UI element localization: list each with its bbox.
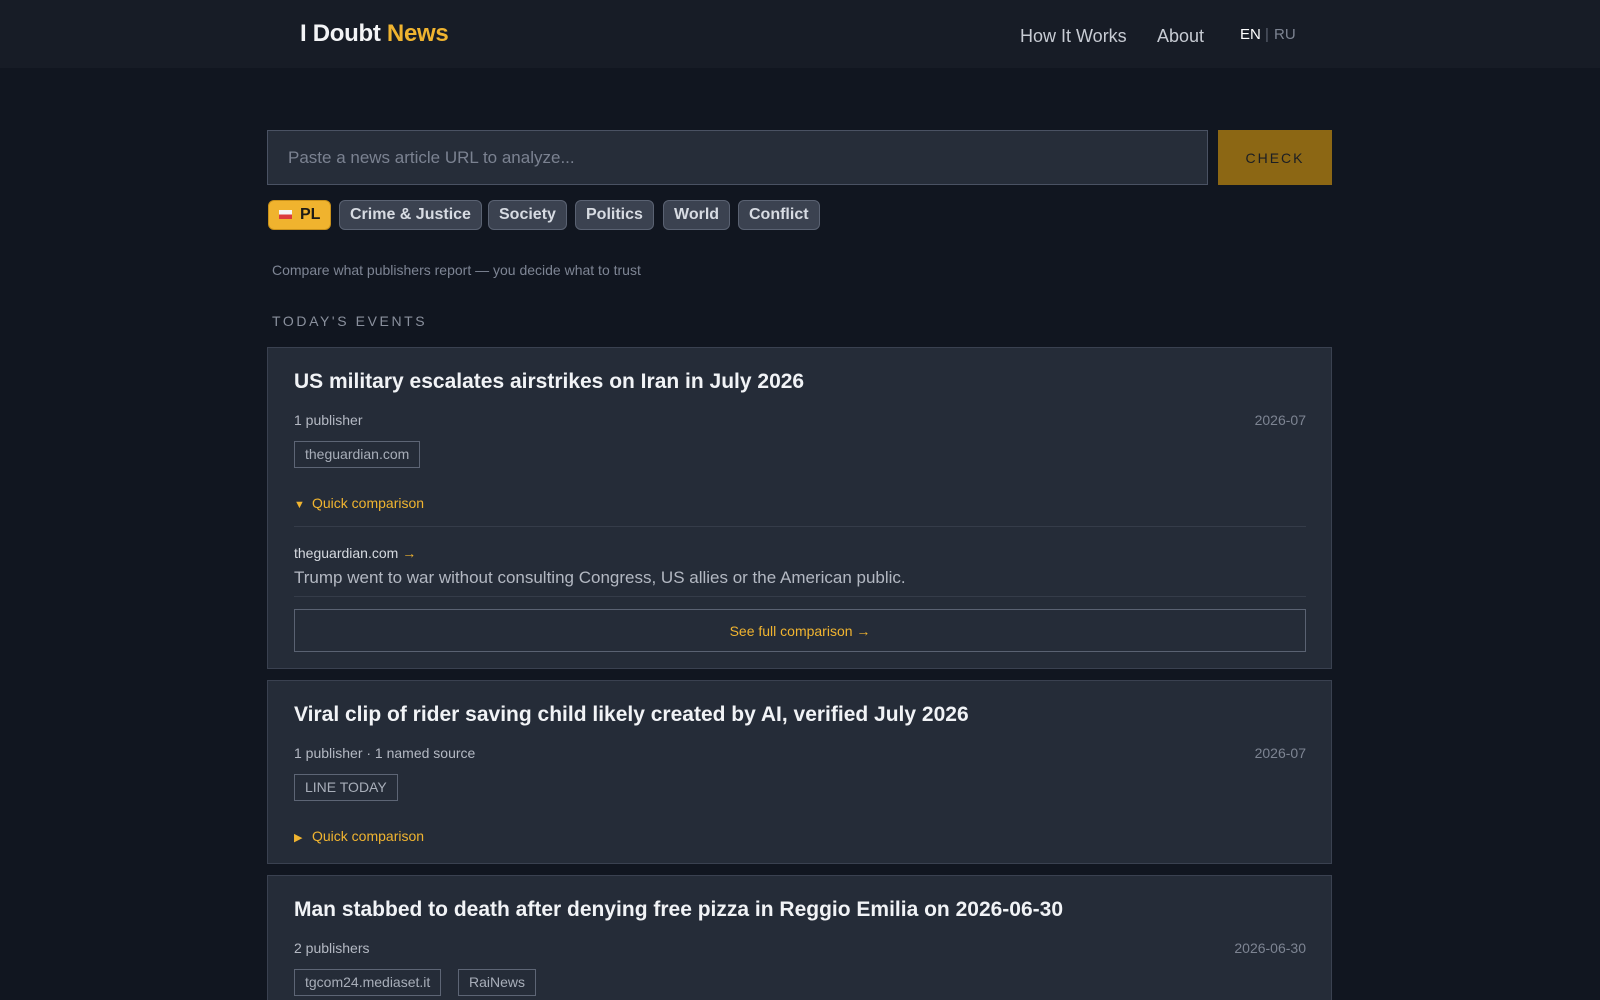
- top-navigation-bar: I Doubt News How It Works About EN | RU: [0, 0, 1600, 68]
- publisher-tag[interactable]: LINE TODAY: [294, 774, 398, 801]
- event-publisher-count: 2 publishers: [294, 940, 370, 956]
- event-date: 2026-07: [1254, 412, 1306, 428]
- logo-text: I Doubt: [300, 20, 381, 47]
- publisher-tag[interactable]: theguardian.com: [294, 441, 421, 468]
- see-full-comparison-button[interactable]: See full comparison →: [294, 609, 1306, 652]
- nav-how-it-works-link[interactable]: How It Works: [1020, 26, 1127, 47]
- publisher-tag[interactable]: RaiNews: [458, 969, 537, 996]
- comparison-divider: [294, 526, 1306, 527]
- check-button[interactable]: CHECK: [1218, 130, 1332, 185]
- topic-chip-politics[interactable]: Politics: [575, 200, 654, 230]
- quick-comparison-label: Quick comparison: [312, 495, 425, 511]
- event-title[interactable]: US military escalates airstrikes on Iran…: [294, 370, 804, 394]
- event-card: US military escalates airstrikes on Iran…: [267, 347, 1332, 669]
- quick-comparison-toggle[interactable]: ▼ Quick comparison: [294, 495, 424, 511]
- nav-about-link[interactable]: About: [1157, 26, 1204, 47]
- comparison-source-link[interactable]: theguardian.com →: [294, 545, 416, 561]
- comparison-quote: Trump went to war without consulting Con…: [294, 568, 906, 587]
- quick-comparison-toggle[interactable]: ▶ Quick comparison: [294, 828, 424, 844]
- quick-comparison-label: Quick comparison: [312, 828, 425, 844]
- language-separator: |: [1265, 26, 1269, 43]
- site-logo[interactable]: I Doubt News: [300, 20, 449, 48]
- logo-accent-text: News: [386, 20, 449, 47]
- language-en-option[interactable]: EN: [1240, 26, 1261, 43]
- topic-chip-society[interactable]: Society: [488, 200, 567, 230]
- section-title-todays-events: TODAY'S EVENTS: [272, 313, 428, 329]
- event-publisher-count: 1 publisher · 1 named source: [294, 745, 476, 761]
- event-title[interactable]: Viral clip of rider saving child likely …: [294, 703, 969, 727]
- event-title[interactable]: Man stabbed to death after denying free …: [294, 898, 1063, 922]
- event-card: Man stabbed to death after denying free …: [267, 875, 1332, 1000]
- comparison-divider-bottom: [294, 596, 1306, 597]
- article-url-input[interactable]: [267, 130, 1208, 185]
- event-date: 2026-07: [1254, 745, 1306, 761]
- poland-flag-icon: [279, 210, 292, 219]
- publisher-tag[interactable]: tgcom24.mediaset.it: [294, 969, 442, 996]
- event-card: Viral clip of rider saving child likely …: [267, 680, 1332, 864]
- topic-chip-crime-justice[interactable]: Crime & Justice: [339, 200, 482, 230]
- topic-chip-conflict[interactable]: Conflict: [738, 200, 820, 230]
- event-date: 2026-06-30: [1234, 940, 1306, 956]
- region-chip-label: PL: [300, 206, 321, 223]
- arrow-right-icon: →: [402, 545, 417, 561]
- language-ru-option[interactable]: RU: [1274, 26, 1296, 43]
- topic-chip-world[interactable]: World: [663, 200, 731, 230]
- chevron-down-icon: ▼: [294, 499, 305, 511]
- comparison-source-name: theguardian.com: [294, 545, 399, 561]
- event-publisher-count: 1 publisher: [294, 412, 363, 428]
- region-filter-chip-pl[interactable]: PL: [268, 200, 332, 230]
- tagline: Compare what publishers report — you dec…: [272, 262, 641, 278]
- chevron-right-icon: ▶: [294, 832, 303, 844]
